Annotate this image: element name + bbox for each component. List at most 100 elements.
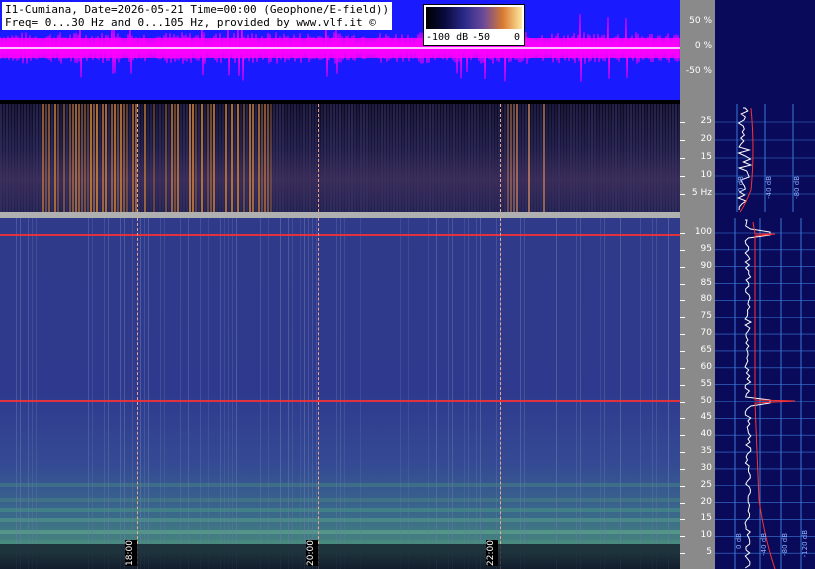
spectrogram-streak (556, 218, 557, 569)
spectrogram-streak (220, 218, 221, 569)
spectrogram-streak (651, 104, 653, 212)
spectrogram-streak (117, 104, 119, 212)
spectrogram-streak (654, 104, 656, 212)
tick-mark (680, 334, 685, 336)
spectrogram-streak (236, 218, 237, 569)
spectrogram-streak (448, 218, 449, 569)
spectrogram-streak (450, 104, 452, 212)
spectrogram-streak (249, 104, 251, 212)
profile-label-top-0: 0 dB (737, 176, 745, 192)
spectrogram-streak (360, 218, 361, 569)
profile-label-bot-2: -80 dB (781, 533, 789, 556)
spectrogram-streak (150, 104, 152, 212)
spectrogram-streak (436, 218, 437, 569)
spectrogram-high-freq (0, 218, 680, 569)
spectrogram-streak (465, 104, 467, 212)
spectrogram-streak (309, 104, 311, 212)
tick-mark (680, 350, 685, 352)
colorbar-label-mid: -50 (472, 32, 491, 43)
high-freq-tick: 60 (700, 361, 712, 372)
spectrogram-streak (138, 104, 140, 212)
high-freq-tick: 65 (700, 344, 712, 355)
spectrogram-streak (72, 104, 74, 212)
spectrogram-streak (252, 104, 254, 212)
spectrogram-streak (3, 104, 5, 212)
spectrogram-streak (9, 104, 11, 212)
spectrogram-streak (459, 104, 461, 212)
low-freq-tick: 10 (700, 170, 712, 180)
spectrogram-streak (480, 218, 481, 569)
spectrogram-streak (321, 104, 323, 212)
spectrogram-streak (30, 104, 32, 212)
spectrogram-streak (63, 104, 65, 212)
tick-mark (680, 502, 685, 504)
high-freq-tick: 20 (700, 496, 712, 507)
reference-line (0, 234, 680, 236)
spectrogram-streak (621, 104, 623, 212)
spectrogram-streak (42, 104, 44, 212)
spectrogram-streak (633, 104, 635, 212)
tick-mark (680, 367, 685, 369)
spectrogram-streak (306, 104, 308, 212)
spectrogram-streak (372, 104, 374, 212)
time-marker-line (500, 218, 501, 569)
tick-mark (680, 553, 685, 555)
spectrogram-streak (414, 104, 416, 212)
spectrogram-streak (354, 104, 356, 212)
spectrogram-streak (216, 104, 218, 212)
spectrogram-streak (15, 104, 17, 212)
spectrogram-streak (477, 104, 479, 212)
spectrogram-streak (435, 104, 437, 212)
spectrogram-streak (486, 104, 488, 212)
profile-label-top-1: -40 dB (765, 176, 773, 199)
spectrum-profile-plot (715, 104, 815, 569)
spectrogram-streak (234, 104, 236, 212)
spectrogram-streak (411, 104, 413, 212)
high-freq-tick: 70 (700, 328, 712, 339)
spectrogram-streak (198, 104, 200, 212)
spectrogram-streak (260, 218, 261, 569)
tick-mark (680, 140, 685, 141)
tick-mark (680, 176, 685, 177)
spectrogram-streak (288, 104, 290, 212)
spectrogram-streak (288, 218, 289, 569)
spectrogram-streak (330, 104, 332, 212)
spectrogram-streak (663, 104, 665, 212)
spectrogram-streak (528, 104, 530, 212)
spectrogram-streak (393, 104, 395, 212)
spectrogram-streak (6, 104, 8, 212)
spectrogram-streak (132, 104, 134, 212)
spectrogram-streak (525, 104, 527, 212)
spectrogram-streak (531, 104, 533, 212)
spectrogram-streak (132, 218, 133, 569)
high-freq-tick: 40 (700, 429, 712, 440)
profile-label-bot-0: 0 dB (735, 533, 743, 549)
high-freq-tick: 35 (700, 446, 712, 457)
spectrogram-streak (105, 104, 107, 212)
spectrogram-streak (33, 104, 35, 212)
spectrogram-streak (675, 104, 677, 212)
wave-tick-0: 0 % (694, 41, 712, 51)
colorbar-label-min: -100 dB (426, 32, 469, 43)
spectrogram-streak (231, 104, 233, 212)
reference-line (0, 400, 680, 402)
spectrogram-streak (168, 104, 170, 212)
profile-avg-high (752, 221, 796, 569)
tick-mark (680, 485, 685, 487)
spectrogram-streak (222, 104, 224, 212)
spectrogram-streak (60, 104, 62, 212)
spectrogram-streak (452, 218, 453, 569)
spectrogram-streak (668, 218, 669, 569)
spectrogram-streak (588, 104, 590, 212)
spectrogram-streak (582, 104, 584, 212)
spectrogram-streak (447, 104, 449, 212)
spectrogram-streak (420, 104, 422, 212)
spectrogram-streak (45, 104, 47, 212)
spectrogram-streak (174, 104, 176, 212)
spectrogram-streak (315, 104, 317, 212)
profile-label-bot-1: -40 dB (760, 533, 768, 556)
spectrogram-streak (522, 104, 524, 212)
spectrogram-streak (292, 218, 293, 569)
spectrogram-streak (510, 104, 512, 212)
spectrogram-streak (159, 104, 161, 212)
